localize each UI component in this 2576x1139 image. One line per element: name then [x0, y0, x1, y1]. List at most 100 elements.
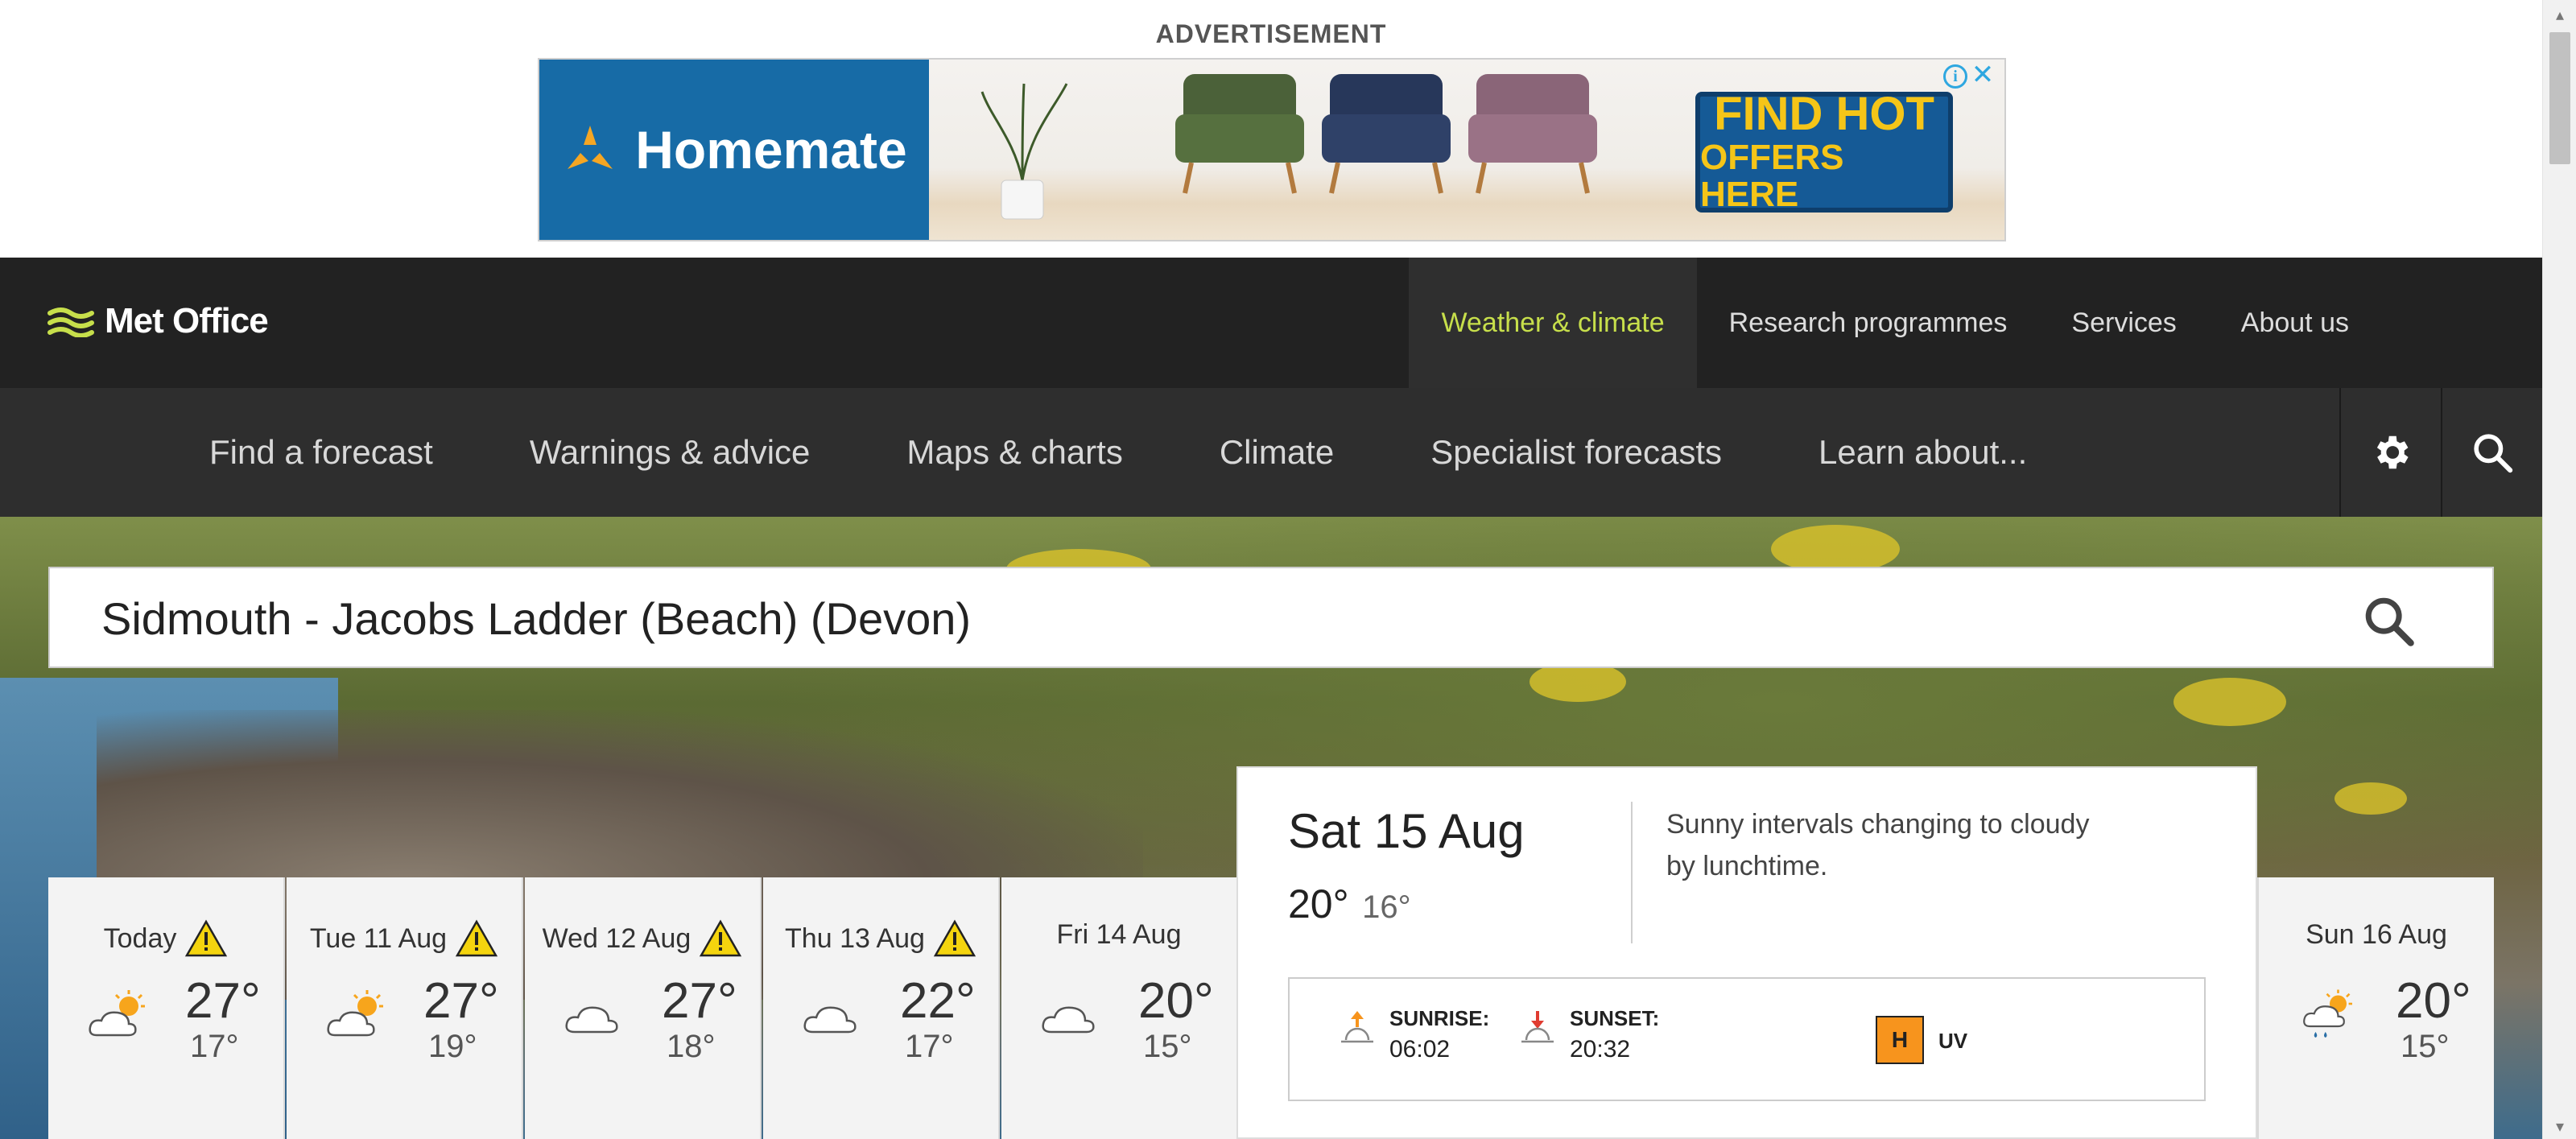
day-name-row: Tue 11 Aug [287, 919, 522, 958]
top-nav-items: Weather & climate Research programmes Se… [1409, 258, 2542, 388]
sunset-text: SUNSET: 20:32 [1570, 1006, 1659, 1063]
selected-temperatures: 20° 16° [1288, 881, 1411, 927]
forecast-description: Sunny intervals changing to cloudy by lu… [1666, 809, 2090, 881]
selected-min-temperature: 16° [1362, 889, 1411, 925]
search-icon [2474, 434, 2513, 473]
mauve-chair-image [1468, 74, 1597, 194]
day-name-row: Today [48, 919, 283, 958]
settings-button[interactable] [2339, 388, 2441, 517]
subnav-climate[interactable]: Climate [1171, 388, 1382, 517]
sunset: SUNSET: 20:32 [1520, 1006, 1659, 1063]
sunny-intervals-icon [327, 990, 383, 1037]
search-icon [2365, 597, 2414, 646]
uv-index-badge[interactable]: H [1876, 1016, 1924, 1064]
day-name-row: Thu 13 Aug [763, 919, 998, 958]
forecast-day-tab[interactable]: Thu 13 Aug 22° 17° [763, 877, 1000, 1139]
warning-icon[interactable] [455, 919, 498, 958]
nav-services[interactable]: Services [2039, 258, 2208, 388]
background-gorse [1771, 525, 1900, 573]
green-chair-image [1175, 74, 1304, 194]
location-search-box[interactable]: Sidmouth - Jacobs Ladder (Beach) (Devon) [48, 567, 2494, 668]
sunset-icon [1521, 1011, 1554, 1043]
uv-label: UV [1938, 1029, 1968, 1053]
min-temperature: 17° [190, 1029, 239, 1064]
page-scrollbar[interactable]: ▴ ▾ [2542, 0, 2576, 1139]
top-navigation: Met Office Weather & climate Research pr… [0, 258, 2542, 388]
day-name: Wed 12 Aug [542, 922, 691, 954]
min-temperature: 19° [428, 1029, 477, 1064]
top-nav-spacer [2381, 258, 2542, 388]
sunset-label: SUNSET: [1570, 1006, 1660, 1030]
warning-icon[interactable] [699, 919, 742, 958]
location-search-input[interactable]: Sidmouth - Jacobs Ladder (Beach) (Devon) [101, 592, 971, 645]
blue-chair-image [1322, 74, 1451, 194]
page: ADVERTISEMENT Homemate FIND HOT OFFERS H… [0, 0, 2576, 1139]
sunrise: SUNRISE: 06:02 [1340, 1006, 1489, 1063]
ad-offer-line2: OFFERS HERE [1700, 138, 1844, 215]
ad-close-icon[interactable]: ✕ [1971, 61, 1995, 89]
ad-info-icon[interactable]: i [1943, 64, 1967, 89]
day-name-row: Fri 14 Aug [1001, 919, 1236, 951]
ad-offer-line1: FIND HOT [1714, 88, 1934, 141]
met-office-logo[interactable]: Met Office [47, 301, 269, 341]
day-name-row: Wed 12 Aug [525, 919, 760, 958]
sunny-intervals-icon [89, 990, 145, 1037]
scroll-up-arrow-icon[interactable]: ▴ [2543, 3, 2576, 27]
ad-banner[interactable]: Homemate FIND HOT OFFERS HERE i ✕ [538, 58, 2006, 241]
subnav-find-a-forecast[interactable]: Find a forecast [161, 388, 481, 517]
max-temperature: 20° [2396, 973, 2471, 1029]
nav-research-programmes[interactable]: Research programmes [1697, 258, 2040, 388]
ad-brand: Homemate [539, 60, 929, 240]
subnav-specialist-forecasts[interactable]: Specialist forecasts [1382, 388, 1770, 517]
forecast-day-tab[interactable]: Fri 14 Aug 20° 15° [1001, 877, 1238, 1139]
day-name-row: Sun 16 Aug [2259, 919, 2494, 951]
max-temperature: 27° [423, 973, 499, 1029]
subnav-learn-about[interactable]: Learn about... [1770, 388, 2075, 517]
forecast-day-tab[interactable]: Sun 16 Aug 20° 15° [2257, 877, 2494, 1139]
background-gorse [2174, 678, 2286, 726]
day-name: Sun 16 Aug [2306, 919, 2447, 950]
max-temperature: 22° [900, 973, 976, 1029]
subnav-maps-charts[interactable]: Maps & charts [858, 388, 1170, 517]
cloud-icon [565, 1006, 618, 1034]
site-search-button[interactable] [2441, 388, 2542, 517]
warning-icon[interactable] [184, 919, 228, 958]
sunrise-text: SUNRISE: 06:02 [1389, 1006, 1489, 1063]
ad-brand-name: Homemate [635, 120, 907, 180]
gear-icon [2376, 435, 2409, 469]
selected-day-card: Sat 15 Aug 20° 16° Sunny intervals chang… [1236, 766, 2257, 1139]
forecast-day-tab[interactable]: Wed 12 Aug 27° 18° [525, 877, 762, 1139]
scroll-thumb[interactable] [2549, 32, 2570, 164]
selected-date: Sat 15 Aug [1288, 804, 1525, 858]
location-search-button[interactable] [2360, 592, 2417, 649]
sub-nav-items: Find a forecast Warnings & advice Maps &… [161, 388, 2075, 517]
forecast-day-tab[interactable]: Today 27° 17° [48, 877, 285, 1139]
scroll-down-arrow-icon[interactable]: ▾ [2543, 1115, 2576, 1139]
background-gorse [2334, 782, 2407, 815]
day-name: Today [103, 922, 177, 954]
day-name: Thu 13 Aug [785, 922, 925, 954]
max-temperature: 20° [1138, 973, 1214, 1029]
nav-about-us[interactable]: About us [2209, 258, 2381, 388]
plant-image [980, 83, 1068, 220]
met-office-waves-icon [47, 307, 94, 337]
logo-text: Met Office [105, 301, 269, 340]
warning-icon[interactable] [933, 919, 976, 958]
ad-label: ADVERTISEMENT [1155, 19, 1387, 48]
ad-offer-button[interactable]: FIND HOT OFFERS HERE [1695, 88, 1953, 215]
cloud-icon [1042, 1006, 1095, 1034]
day-name: Tue 11 Aug [309, 922, 448, 954]
sun-uv-panel: SUNRISE: 06:02 SUNSET: 20:32 H UV [1288, 977, 2206, 1101]
max-temperature: 27° [662, 973, 737, 1029]
subnav-warnings-advice[interactable]: Warnings & advice [481, 388, 859, 517]
min-temperature: 18° [667, 1029, 716, 1064]
max-temperature: 27° [185, 973, 261, 1029]
nav-weather-climate[interactable]: Weather & climate [1409, 258, 1697, 388]
day-name: Fri 14 Aug [1056, 919, 1182, 950]
min-temperature: 15° [1143, 1029, 1192, 1064]
homemate-logo-icon [568, 126, 613, 169]
selected-max-temperature: 20° [1288, 881, 1349, 926]
cloud-icon [803, 1006, 857, 1034]
forecast-day-tab[interactable]: Tue 11 Aug 27° 19° [287, 877, 523, 1139]
sunrise-icon [1341, 1011, 1373, 1043]
